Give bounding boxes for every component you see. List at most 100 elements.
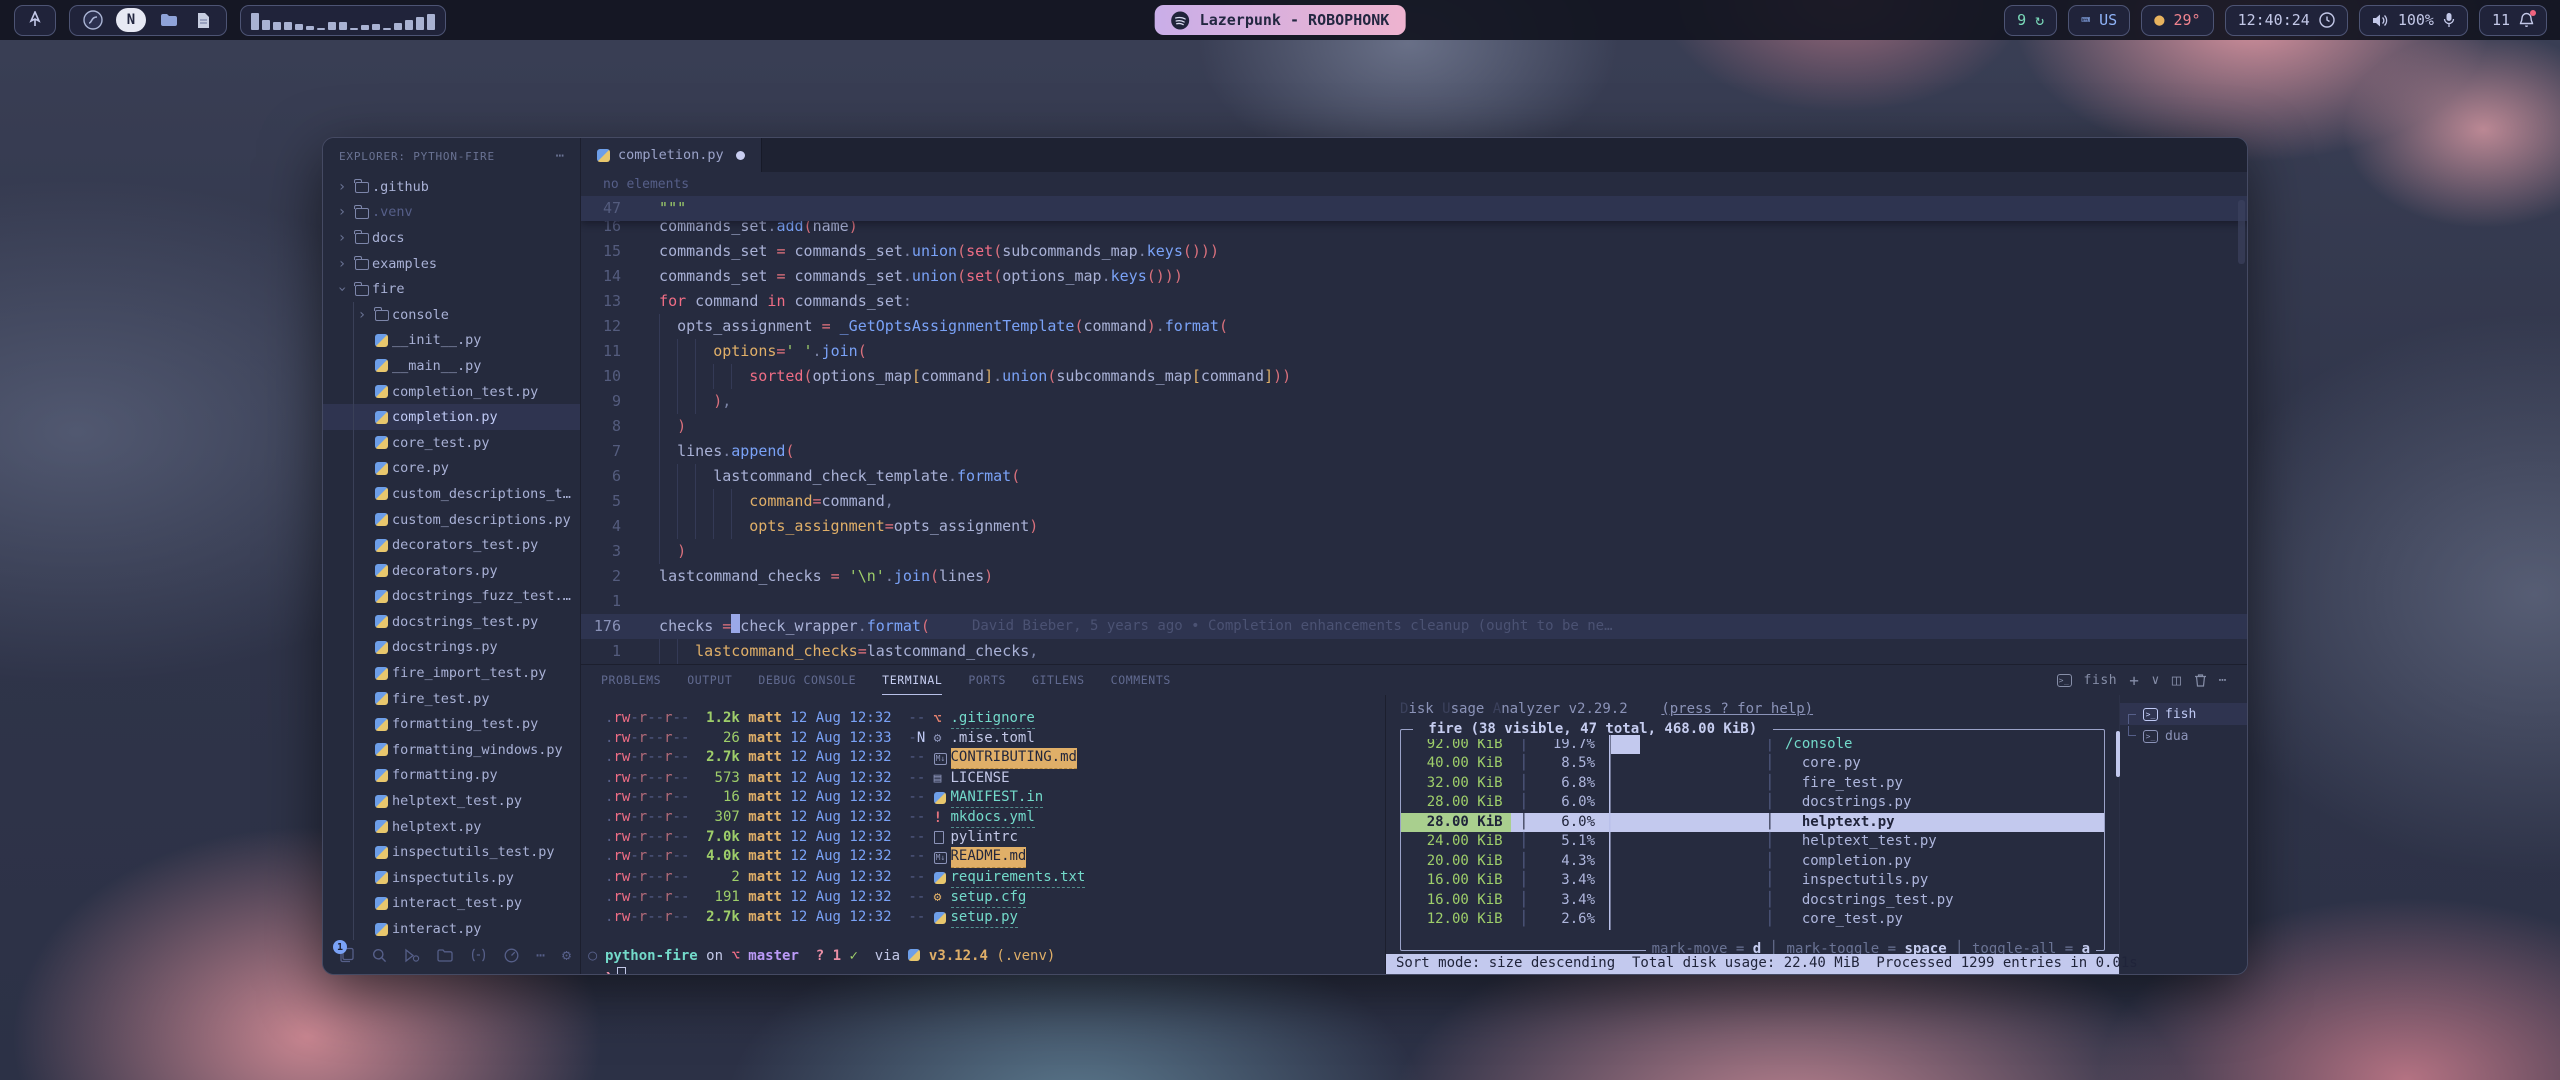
panel-tab-terminal[interactable]: TERMINAL <box>882 665 942 695</box>
sidebar-item--github[interactable]: ›.github <box>323 174 580 200</box>
code-line[interactable]: 15commands_set = commands_set.union(set(… <box>581 239 2247 264</box>
sidebar-item-decorators-test-py[interactable]: decorators_test.py <box>323 532 580 558</box>
sidebar-item-core-test-py[interactable]: core_test.py <box>323 430 580 456</box>
dua-row-fire-test-py[interactable]: 32.00 KiB │6.8%│fire_test.py <box>1401 774 2104 794</box>
code-line[interactable]: 7lines.append( <box>581 439 2247 464</box>
media-player-widget[interactable]: Lazerpunk - ROBOPHONK <box>1155 5 1406 35</box>
more-icon[interactable]: ⋯ <box>536 946 545 964</box>
dua-row-core-test-py[interactable]: 12.00 KiB │2.6%│core_test.py <box>1401 910 2104 930</box>
sidebar-item-inspectutils-py[interactable]: inspectutils.py <box>323 865 580 891</box>
code-line[interactable]: 12opts_assignment = _GetOptsAssignmentTe… <box>581 314 2247 339</box>
clock-widget[interactable]: 12:40:24 <box>2225 5 2348 36</box>
panel-tab-gitlens[interactable]: GITLENS <box>1032 665 1085 695</box>
sidebar-item-core-py[interactable]: core.py <box>323 456 580 482</box>
tab-completion-py[interactable]: completion.py <box>581 138 762 172</box>
sidebar-item-custom-descriptions-test-py[interactable]: custom_descriptions_test.py <box>323 481 580 507</box>
notes-app-icon[interactable]: N <box>116 8 146 32</box>
code-line[interactable]: 1 <box>581 589 2247 614</box>
code-line[interactable]: 3) <box>581 539 2247 564</box>
code-line[interactable]: 10sorted(options_map[command].union(subc… <box>581 364 2247 389</box>
sidebar-item-interact-test-py[interactable]: interact_test.py <box>323 891 580 917</box>
sidebar-item-examples[interactable]: ›examples <box>323 251 580 277</box>
circle-icon[interactable]: ○ <box>588 946 597 964</box>
code-line[interactable]: 8) <box>581 414 2247 439</box>
files-icon[interactable]: 1 <box>339 946 355 964</box>
dua-row-helptext-test-py[interactable]: 24.00 KiB │5.1%│helptext_test.py <box>1401 832 2104 852</box>
code-line[interactable]: 2lastcommand_checks = '\n'.join(lines) <box>581 564 2247 589</box>
folder-icon[interactable] <box>437 946 453 964</box>
sidebar-item-fire-test-py[interactable]: fire_test.py <box>323 686 580 712</box>
sticky-line[interactable]: 47""" <box>581 196 2247 221</box>
search-icon[interactable] <box>372 946 387 964</box>
updates-widget[interactable]: 9 ↻ <box>2004 5 2057 36</box>
debug-icon[interactable] <box>404 946 420 964</box>
dua-row-core-py[interactable]: 40.00 KiB │8.5%│core.py <box>1401 754 2104 774</box>
gear-icon[interactable]: ⚙ <box>562 946 571 964</box>
code-editor[interactable]: 16commands_set.add(name)15commands_set =… <box>581 196 2247 664</box>
prompt-input-line[interactable]: ❯ <box>605 967 1385 974</box>
terminal-tab-dua[interactable]: >_dua <box>2120 725 2247 747</box>
sidebar-item-docstrings-test-py[interactable]: docstrings_test.py <box>323 609 580 635</box>
sidebar-item-inspectutils-test-py[interactable]: inspectutils_test.py <box>323 839 580 865</box>
audio-widget[interactable]: 100% <box>2359 5 2468 36</box>
launcher-button[interactable] <box>14 5 56 36</box>
panel-tab-problems[interactable]: PROBLEMS <box>601 665 661 695</box>
dua-row-helptext-py[interactable]: 28.00 KiB │6.0%│helptext.py <box>1401 813 2104 833</box>
sidebar-item--main-py[interactable]: __main__.py <box>323 353 580 379</box>
sidebar-item-docstrings-py[interactable]: docstrings.py <box>323 635 580 661</box>
panel-tab-comments[interactable]: COMMENTS <box>1111 665 1171 695</box>
document-app-icon[interactable] <box>192 9 214 31</box>
sidebar-item--venv[interactable]: ›.venv <box>323 200 580 226</box>
code-line[interactable]: 1lastcommand_checks=lastcommand_checks, <box>581 639 2247 664</box>
browser-app-icon[interactable] <box>82 9 104 31</box>
sidebar-item-fire[interactable]: ›fire <box>323 276 580 302</box>
code-line[interactable]: 4opts_assignment=opts_assignment) <box>581 514 2247 539</box>
new-terminal-button[interactable]: + <box>2129 671 2139 690</box>
explorer-more-icon[interactable]: ⋯ <box>556 148 564 164</box>
code-line[interactable]: 14commands_set = commands_set.union(set(… <box>581 264 2247 289</box>
terminal-fish[interactable]: .rw-r--r--1.2kmatt12 Aug 12:32--⌥.gitign… <box>581 695 1385 974</box>
panel-more-button[interactable]: ⋯ <box>2219 673 2227 688</box>
runcircle-icon[interactable] <box>504 946 519 964</box>
terminal-tab-fish[interactable]: >_fish <box>2120 703 2247 725</box>
sidebar-item-decorators-py[interactable]: decorators.py <box>323 558 580 584</box>
code-line[interactable]: 176checks =check_wrapper.format(David Bi… <box>581 614 2247 639</box>
sidebar-item-formatting-py[interactable]: formatting.py <box>323 763 580 789</box>
sidebar-item-custom-descriptions-py[interactable]: custom_descriptions.py <box>323 507 580 533</box>
sidebar-item-completion-py[interactable]: completion.py <box>323 404 580 430</box>
files-app-icon[interactable] <box>158 9 180 31</box>
dua-row-docstrings-py[interactable]: 28.00 KiB │6.0%│docstrings.py <box>1401 793 2104 813</box>
weather-widget[interactable]: ● 29° <box>2141 5 2213 36</box>
sidebar-item-formatting-test-py[interactable]: formatting_test.py <box>323 711 580 737</box>
code-line[interactable]: 9), <box>581 389 2247 414</box>
dua-row-completion-py[interactable]: 20.00 KiB │4.3%│completion.py <box>1401 852 2104 872</box>
dua-row-docstrings-test-py[interactable]: 16.00 KiB │3.4%│docstrings_test.py <box>1401 891 2104 911</box>
kill-terminal-button[interactable] <box>2194 673 2207 687</box>
sidebar-item-helptext-py[interactable]: helptext.py <box>323 814 580 840</box>
panel-tab-output[interactable]: OUTPUT <box>687 665 732 695</box>
keyboard-layout-widget[interactable]: ⌨ US <box>2068 5 2130 36</box>
panel-tab-debug-console[interactable]: DEBUG CONSOLE <box>758 665 856 695</box>
dua-row-inspectutils-py[interactable]: 16.00 KiB │3.4%│inspectutils.py <box>1401 871 2104 891</box>
breadcrumb[interactable]: no elements <box>581 172 2247 196</box>
sidebar-item--init-py[interactable]: __init__.py <box>323 328 580 354</box>
split-terminal-button[interactable]: ◫ <box>2172 671 2182 689</box>
panel-tab-ports[interactable]: PORTS <box>968 665 1006 695</box>
sidebar-item-docs[interactable]: ›docs <box>323 225 580 251</box>
sidebar-item-fire-import-test-py[interactable]: fire_import_test.py <box>323 660 580 686</box>
sidebar-item-docstrings-fuzz-test-py[interactable]: docstrings_fuzz_test.py <box>323 584 580 610</box>
notifications-widget[interactable]: 11 <box>2479 5 2547 36</box>
brackets-icon[interactable] <box>470 946 487 964</box>
terminal-dua[interactable]: Disk Usage Analyzer v2.29.2(press ? for … <box>1385 695 2119 974</box>
terminal-dropdown-chevron[interactable]: ∨ <box>2151 673 2159 688</box>
code-line[interactable]: 6lastcommand_check_template.format( <box>581 464 2247 489</box>
sidebar-item-completion-test-py[interactable]: completion_test.py <box>323 379 580 405</box>
code-line[interactable]: 11options=' '.join( <box>581 339 2247 364</box>
sidebar-item-console[interactable]: ›console <box>323 302 580 328</box>
sidebar-item-formatting-windows-py[interactable]: formatting_windows.py <box>323 737 580 763</box>
sidebar-item-helptext-test-py[interactable]: helptext_test.py <box>323 788 580 814</box>
system-graph-widget[interactable] <box>240 5 446 36</box>
code-line[interactable]: 13for command in commands_set: <box>581 289 2247 314</box>
dua-scrollbar[interactable] <box>2116 731 2120 777</box>
sidebar-item-interact-py[interactable]: interact.py <box>323 916 580 940</box>
